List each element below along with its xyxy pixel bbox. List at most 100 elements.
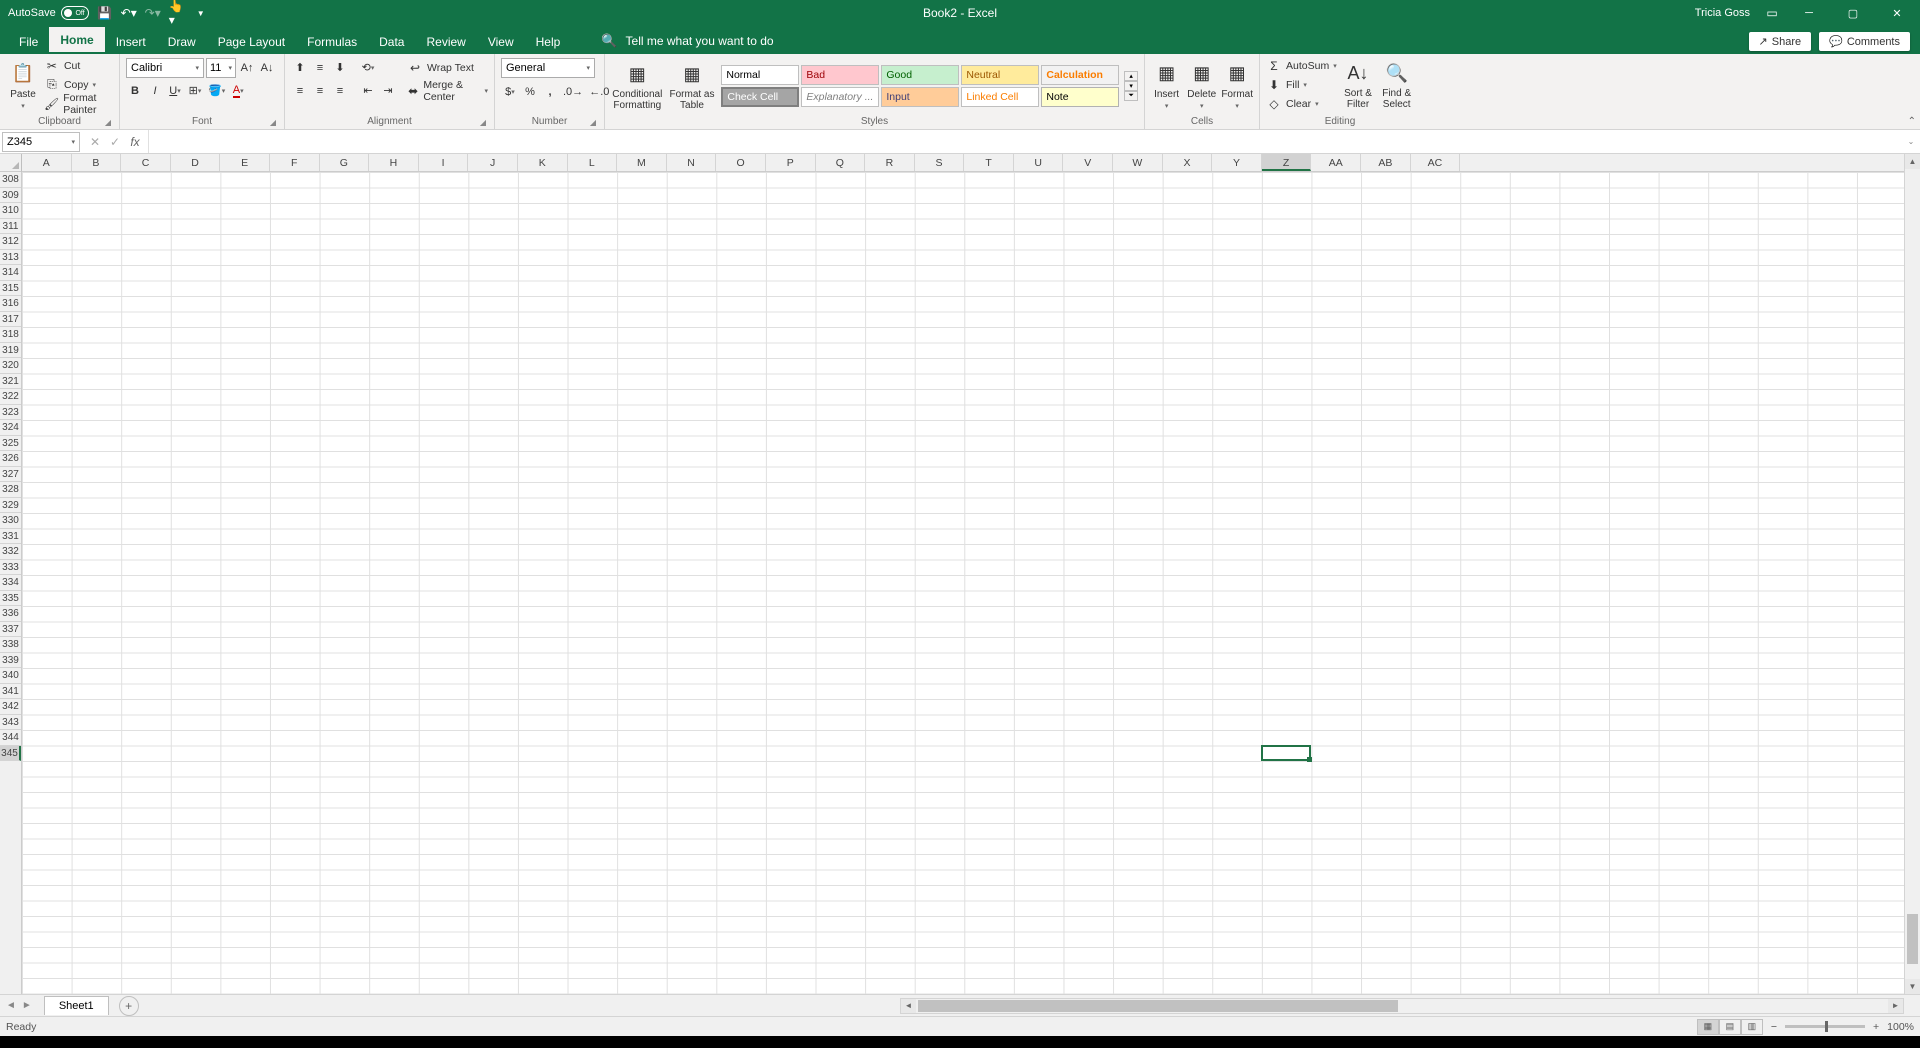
clear-button[interactable]: ◇Clear▾ bbox=[1266, 94, 1337, 113]
zoom-out-button[interactable]: − bbox=[1771, 1021, 1777, 1033]
row-header-340[interactable]: 340 bbox=[0, 668, 21, 684]
column-header-D[interactable]: D bbox=[171, 154, 221, 171]
row-header-333[interactable]: 333 bbox=[0, 560, 21, 576]
style-normal[interactable]: Normal bbox=[721, 65, 799, 85]
decrease-indent-button[interactable]: ⇤ bbox=[359, 82, 377, 100]
row-header-310[interactable]: 310 bbox=[0, 203, 21, 219]
style-calculation[interactable]: Calculation bbox=[1041, 65, 1119, 85]
tab-insert[interactable]: Insert bbox=[105, 29, 157, 54]
row-header-337[interactable]: 337 bbox=[0, 622, 21, 638]
find-select-button[interactable]: 🔍Find & Select bbox=[1379, 56, 1414, 114]
sheet-nav-next[interactable]: ► bbox=[22, 1000, 32, 1011]
close-button[interactable]: ✕ bbox=[1882, 0, 1912, 26]
row-header-330[interactable]: 330 bbox=[0, 513, 21, 529]
name-box[interactable]: Z345▾ bbox=[2, 132, 80, 152]
row-header-335[interactable]: 335 bbox=[0, 591, 21, 607]
row-header-345[interactable]: 345 bbox=[0, 746, 21, 762]
row-header-332[interactable]: 332 bbox=[0, 544, 21, 560]
formula-input[interactable] bbox=[149, 132, 1902, 152]
cancel-formula-button[interactable]: ✕ bbox=[86, 133, 104, 151]
align-center-button[interactable]: ≡ bbox=[311, 82, 329, 100]
column-header-R[interactable]: R bbox=[865, 154, 915, 171]
autosave-toggle[interactable]: AutoSave Off bbox=[8, 6, 89, 20]
border-button[interactable]: ⊞▾ bbox=[186, 82, 204, 100]
style-input[interactable]: Input bbox=[881, 87, 959, 107]
column-header-W[interactable]: W bbox=[1113, 154, 1163, 171]
increase-decimal-button[interactable]: .0→ bbox=[561, 83, 585, 101]
horizontal-scrollbar[interactable]: ◄ ► bbox=[900, 998, 1904, 1014]
row-header-319[interactable]: 319 bbox=[0, 343, 21, 359]
row-header-328[interactable]: 328 bbox=[0, 482, 21, 498]
row-header-331[interactable]: 331 bbox=[0, 529, 21, 545]
format-as-table-button[interactable]: ▦ Format as Table bbox=[668, 57, 717, 115]
vertical-scrollbar[interactable]: ▲ ▼ bbox=[1904, 154, 1920, 994]
scroll-right-button[interactable]: ► bbox=[1888, 999, 1903, 1013]
number-format-selector[interactable]: General▾ bbox=[501, 58, 595, 78]
cell-area[interactable] bbox=[22, 172, 1904, 994]
column-header-B[interactable]: B bbox=[72, 154, 122, 171]
row-header-314[interactable]: 314 bbox=[0, 265, 21, 281]
column-header-P[interactable]: P bbox=[766, 154, 816, 171]
column-header-A[interactable]: A bbox=[22, 154, 72, 171]
tab-draw[interactable]: Draw bbox=[157, 29, 207, 54]
active-cell[interactable] bbox=[1261, 745, 1311, 761]
align-left-button[interactable]: ≡ bbox=[291, 82, 309, 100]
italic-button[interactable]: I bbox=[146, 82, 164, 100]
user-name[interactable]: Tricia Goss bbox=[1695, 7, 1750, 19]
row-header-318[interactable]: 318 bbox=[0, 327, 21, 343]
row-headers[interactable]: 3083093103113123133143153163173183193203… bbox=[0, 172, 22, 994]
column-header-T[interactable]: T bbox=[964, 154, 1014, 171]
row-header-338[interactable]: 338 bbox=[0, 637, 21, 653]
column-header-I[interactable]: I bbox=[419, 154, 469, 171]
row-header-322[interactable]: 322 bbox=[0, 389, 21, 405]
collapse-ribbon-button[interactable]: ⌃ bbox=[1908, 116, 1916, 127]
column-header-Q[interactable]: Q bbox=[816, 154, 866, 171]
tell-me-search[interactable]: 🔍 Tell me what you want to do bbox=[601, 28, 773, 54]
row-header-339[interactable]: 339 bbox=[0, 653, 21, 669]
insert-function-button[interactable]: fx bbox=[126, 133, 144, 151]
format-painter-button[interactable]: 🖌Format Painter bbox=[44, 94, 113, 113]
column-header-X[interactable]: X bbox=[1163, 154, 1213, 171]
redo-icon[interactable]: ↷▾ bbox=[145, 5, 161, 21]
column-header-M[interactable]: M bbox=[617, 154, 667, 171]
expand-formula-bar-button[interactable]: ⌄ bbox=[1902, 137, 1920, 146]
select-all-corner[interactable] bbox=[0, 154, 22, 172]
fill-button[interactable]: ⬇Fill▾ bbox=[1266, 75, 1337, 94]
underline-button[interactable]: U▾ bbox=[166, 82, 184, 100]
sort-filter-button[interactable]: A↓Sort & Filter bbox=[1341, 56, 1376, 114]
align-right-button[interactable]: ≡ bbox=[331, 82, 349, 100]
row-header-341[interactable]: 341 bbox=[0, 684, 21, 700]
autosum-button[interactable]: ΣAutoSum▾ bbox=[1266, 56, 1337, 75]
fill-color-button[interactable]: 🪣▾ bbox=[206, 82, 227, 100]
tab-view[interactable]: View bbox=[477, 29, 525, 54]
merge-center-button[interactable]: ⬌Merge & Center▾ bbox=[407, 81, 488, 100]
alignment-dialog-icon[interactable]: ◢ bbox=[480, 118, 486, 127]
column-header-F[interactable]: F bbox=[270, 154, 320, 171]
font-dialog-icon[interactable]: ◢ bbox=[270, 118, 276, 127]
tab-file[interactable]: File bbox=[8, 29, 49, 54]
column-header-G[interactable]: G bbox=[320, 154, 370, 171]
accounting-format-button[interactable]: $▾ bbox=[501, 83, 519, 101]
tab-formulas[interactable]: Formulas bbox=[296, 29, 368, 54]
row-header-309[interactable]: 309 bbox=[0, 188, 21, 204]
vertical-scroll-thumb[interactable] bbox=[1907, 914, 1918, 964]
align-top-button[interactable]: ⬆ bbox=[291, 59, 309, 77]
column-header-AA[interactable]: AA bbox=[1311, 154, 1361, 171]
horizontal-scroll-thumb[interactable] bbox=[918, 1000, 1398, 1012]
row-header-326[interactable]: 326 bbox=[0, 451, 21, 467]
column-header-E[interactable]: E bbox=[220, 154, 270, 171]
normal-view-button[interactable]: ▦ bbox=[1697, 1019, 1719, 1035]
customize-qat-icon[interactable]: ▼ bbox=[193, 5, 209, 21]
comma-button[interactable]: , bbox=[541, 83, 559, 101]
comments-button[interactable]: 💬Comments bbox=[1819, 32, 1910, 51]
row-header-320[interactable]: 320 bbox=[0, 358, 21, 374]
column-headers[interactable]: ABCDEFGHIJKLMNOPQRSTUVWXYZAAABAC bbox=[22, 154, 1904, 172]
style-neutral[interactable]: Neutral bbox=[961, 65, 1039, 85]
row-header-321[interactable]: 321 bbox=[0, 374, 21, 390]
style-good[interactable]: Good bbox=[881, 65, 959, 85]
zoom-slider[interactable] bbox=[1785, 1025, 1865, 1028]
increase-font-button[interactable]: A↑ bbox=[238, 59, 256, 77]
sheet-tab-sheet1[interactable]: Sheet1 bbox=[44, 996, 109, 1015]
row-header-317[interactable]: 317 bbox=[0, 312, 21, 328]
insert-cells-button[interactable]: ▦Insert▾ bbox=[1151, 56, 1182, 114]
